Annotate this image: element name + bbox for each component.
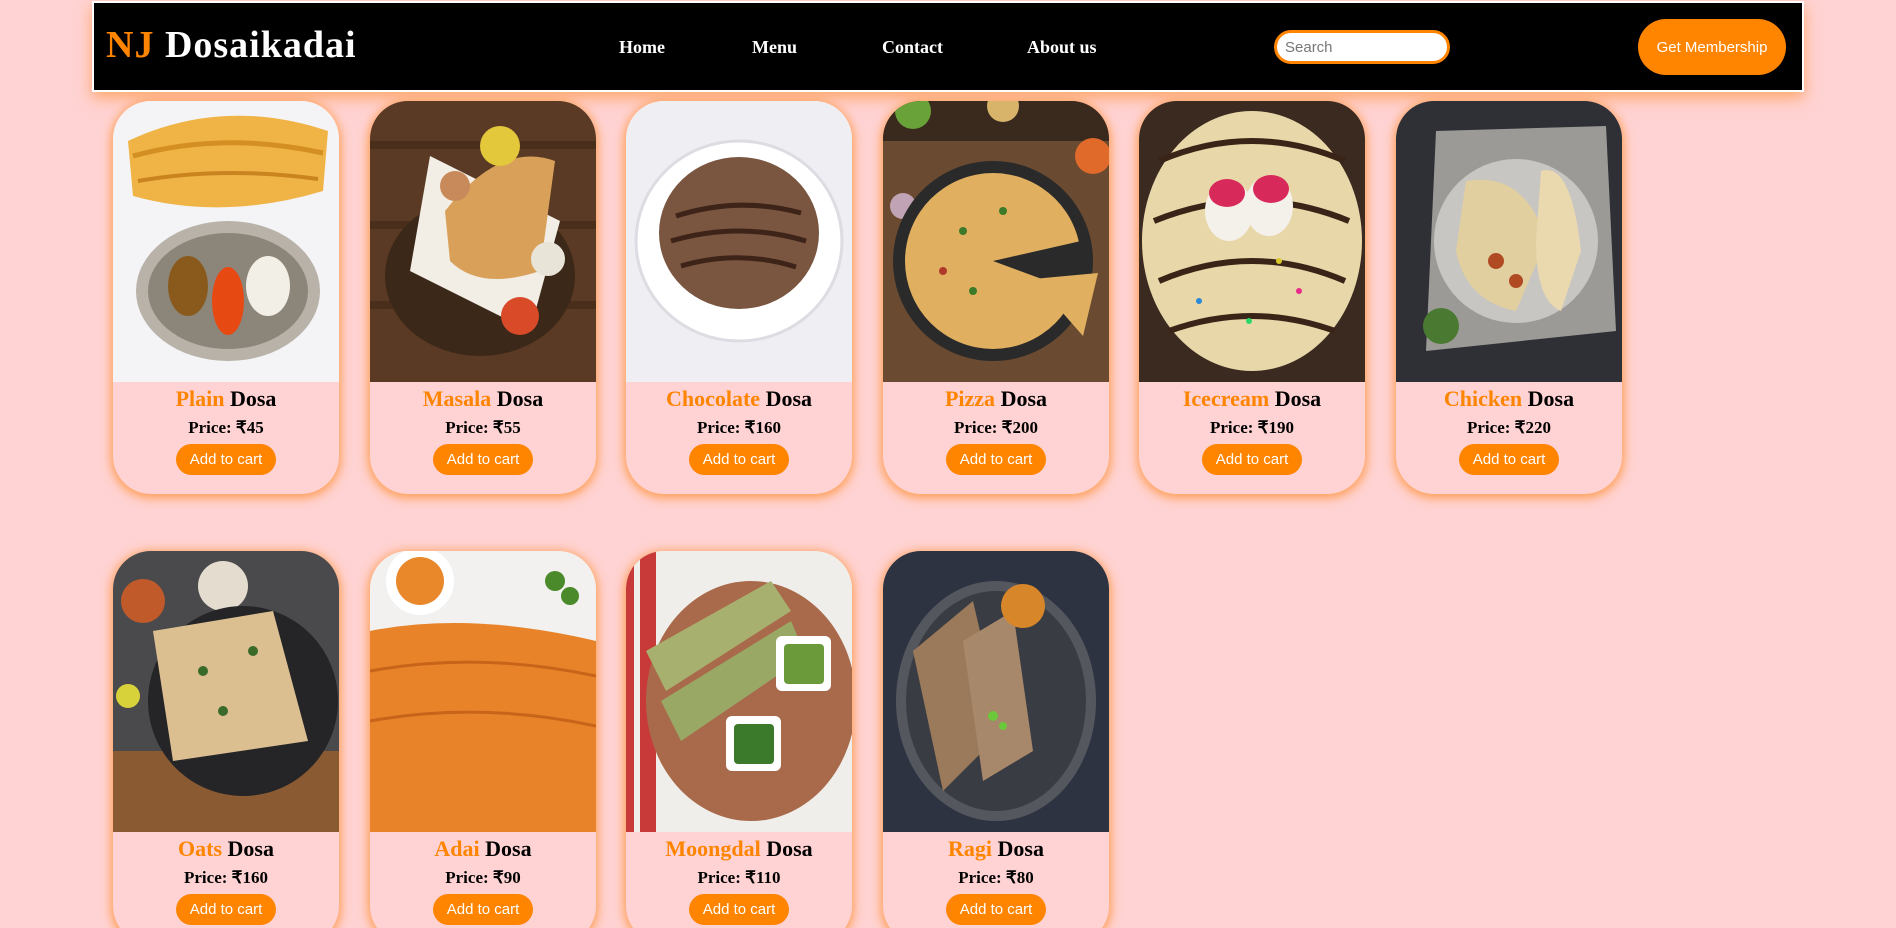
brand-name: Dosaikadai: [164, 24, 357, 66]
add-to-cart-button[interactable]: Add to cart: [433, 894, 533, 925]
nav-about-link[interactable]: About us: [1027, 37, 1097, 58]
card-title: Moongdal Dosa: [626, 836, 852, 862]
card-name: Plain: [175, 386, 225, 411]
card-price: Price: ₹90: [445, 868, 521, 887]
moongdal-dosa-image: [626, 551, 852, 832]
card-price: Price: ₹220: [1467, 418, 1551, 437]
brand-prefix: NJ: [106, 24, 155, 66]
card-suffix: Dosa: [1000, 386, 1048, 411]
chicken-dosa-image: [1396, 101, 1622, 382]
ragi-dosa-image: [883, 551, 1109, 832]
card-price: Price: ₹160: [184, 868, 268, 887]
nav-contact-link[interactable]: Contact: [882, 37, 943, 58]
card-suffix: Dosa: [765, 386, 813, 411]
card-name: Adai: [434, 836, 480, 861]
card-price: Price: ₹190: [1210, 418, 1294, 437]
add-to-cart-button[interactable]: Add to cart: [689, 444, 789, 475]
card-name: Icecream: [1182, 386, 1270, 411]
card-price: Price: ₹110: [697, 868, 781, 887]
card-name: Chocolate: [665, 386, 761, 411]
add-to-cart-button[interactable]: Add to cart: [176, 894, 276, 925]
card-suffix: Dosa: [1274, 386, 1322, 411]
card-price: Price: ₹200: [954, 418, 1038, 437]
card-name: Moongdal: [665, 836, 761, 861]
add-to-cart-button[interactable]: Add to cart: [946, 444, 1046, 475]
add-to-cart-button[interactable]: Add to cart: [689, 894, 789, 925]
card-name: Oats: [178, 836, 223, 861]
search-input[interactable]: [1274, 30, 1450, 64]
card-title: Chocolate Dosa: [626, 386, 852, 412]
card-price: Price: ₹45: [188, 418, 264, 437]
product-card-pizza: Pizza Dosa Price: ₹200 Add to cart: [883, 101, 1109, 494]
card-name: Pizza: [944, 386, 996, 411]
chocolate-dosa-image: [626, 101, 852, 382]
card-title: Oats Dosa: [113, 836, 339, 862]
add-to-cart-button[interactable]: Add to cart: [1459, 444, 1559, 475]
pizza-dosa-image: [883, 101, 1109, 382]
card-suffix: Dosa: [227, 836, 274, 861]
card-suffix: Dosa: [1527, 386, 1575, 411]
product-card-masala: Masala Dosa Price: ₹55 Add to cart: [370, 101, 596, 494]
product-card-icecream: Icecream Dosa Price: ₹190 Add to cart: [1139, 101, 1365, 494]
card-title: Adai Dosa: [370, 836, 596, 862]
plain-dosa-image: [113, 101, 339, 382]
product-card-chocolate: Chocolate Dosa Price: ₹160 Add to cart: [626, 101, 852, 494]
card-title: Masala Dosa: [370, 386, 596, 412]
card-price: Price: ₹160: [697, 418, 781, 437]
add-to-cart-button[interactable]: Add to cart: [1202, 444, 1302, 475]
masala-dosa-image: [370, 101, 596, 382]
brand-logo[interactable]: NJ Dosaikadai: [106, 23, 357, 67]
card-title: Pizza Dosa: [883, 386, 1109, 412]
get-membership-button[interactable]: Get Membership: [1638, 19, 1786, 75]
icecream-dosa-image: [1139, 101, 1365, 382]
card-price: Price: ₹80: [958, 868, 1034, 887]
card-title: Chicken Dosa: [1396, 386, 1622, 412]
card-price: Price: ₹55: [445, 418, 521, 437]
card-title: Plain Dosa: [113, 386, 339, 412]
product-card-oats: Oats Dosa Price: ₹160 Add to cart: [113, 551, 339, 928]
card-suffix: Dosa: [766, 836, 813, 861]
add-to-cart-button[interactable]: Add to cart: [176, 444, 276, 475]
card-name: Ragi: [948, 836, 993, 861]
product-card-moongdal: Moongdal Dosa Price: ₹110 Add to cart: [626, 551, 852, 928]
product-card-adai: Adai Dosa Price: ₹90 Add to cart: [370, 551, 596, 928]
card-title: Ragi Dosa: [883, 836, 1109, 862]
card-name: Masala: [422, 386, 492, 411]
card-suffix: Dosa: [229, 386, 277, 411]
card-suffix: Dosa: [997, 836, 1044, 861]
add-to-cart-button[interactable]: Add to cart: [433, 444, 533, 475]
card-suffix: Dosa: [496, 386, 544, 411]
add-to-cart-button[interactable]: Add to cart: [946, 894, 1046, 925]
card-title: Icecream Dosa: [1139, 386, 1365, 412]
product-card-plain: Plain Dosa Price: ₹45 Add to cart: [113, 101, 339, 494]
nav-menu-link[interactable]: Menu: [752, 37, 797, 58]
product-card-ragi: Ragi Dosa Price: ₹80 Add to cart: [883, 551, 1109, 928]
nav-home-link[interactable]: Home: [619, 37, 665, 58]
card-name: Chicken: [1443, 386, 1523, 411]
oats-dosa-image: [113, 551, 339, 832]
card-suffix: Dosa: [485, 836, 532, 861]
navbar: NJ Dosaikadai Home Menu Contact About us…: [92, 1, 1804, 92]
product-card-chicken: Chicken Dosa Price: ₹220 Add to cart: [1396, 101, 1622, 494]
adai-dosa-image: [370, 551, 596, 832]
